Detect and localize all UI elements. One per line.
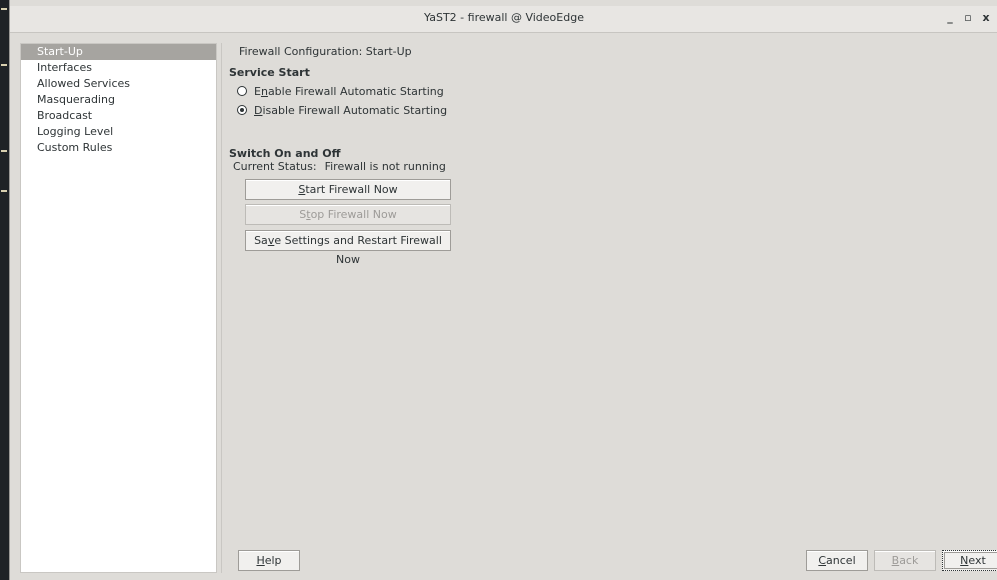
service-start-title: Service Start xyxy=(229,66,310,79)
title-bar: YaST2 - firewall @ VideoEdge _ ▫ x xyxy=(10,6,997,33)
sidebar-item-custom-rules[interactable]: Custom Rules xyxy=(21,140,216,156)
close-icon[interactable]: x xyxy=(979,11,993,24)
current-status: Current Status: Firewall is not running xyxy=(233,160,446,173)
maximize-icon[interactable]: ▫ xyxy=(961,11,975,24)
yast-window: YaST2 - firewall @ VideoEdge _ ▫ x Start… xyxy=(9,0,997,580)
stop-firewall-button[interactable]: Stop Firewall Now xyxy=(245,204,451,225)
enable-autostart-label: Enable Firewall Automatic Starting xyxy=(254,84,444,98)
sidebar-item-masquerading[interactable]: Masquerading xyxy=(21,92,216,108)
sidebar-item-allowed-services[interactable]: Allowed Services xyxy=(21,76,216,92)
switch-on-off-title: Switch On and Off xyxy=(229,147,341,160)
desktop-background-strip xyxy=(0,0,9,580)
help-button[interactable]: Help xyxy=(238,550,300,571)
sidebar-item-interfaces[interactable]: Interfaces xyxy=(21,60,216,76)
back-button[interactable]: Back xyxy=(874,550,936,571)
start-firewall-button[interactable]: Start Firewall Now xyxy=(245,179,451,200)
radio-checked-icon[interactable] xyxy=(237,105,247,115)
save-restart-firewall-button[interactable]: Save Settings and Restart Firewall Now xyxy=(245,230,451,266)
radio-unchecked-icon[interactable] xyxy=(237,86,247,96)
window-title: YaST2 - firewall @ VideoEdge xyxy=(424,11,584,24)
sidebar-item-logging-level[interactable]: Logging Level xyxy=(21,124,216,140)
status-value: Firewall is not running xyxy=(324,160,446,173)
enable-autostart-radio[interactable]: Enable Firewall Automatic Starting xyxy=(237,83,444,99)
sidebar-tree: Start-Up Interfaces Allowed Services Mas… xyxy=(20,43,217,573)
sidebar-item-broadcast[interactable]: Broadcast xyxy=(21,108,216,124)
status-label: Current Status: xyxy=(233,160,317,173)
page-title: Firewall Configuration: Start-Up xyxy=(239,45,412,58)
disable-autostart-radio[interactable]: Disable Firewall Automatic Starting xyxy=(237,102,447,118)
main-panel: Firewall Configuration: Start-Up Service… xyxy=(222,36,997,580)
disable-autostart-label: Disable Firewall Automatic Starting xyxy=(254,103,448,117)
cancel-button[interactable]: Cancel xyxy=(806,550,868,571)
next-button[interactable]: Next xyxy=(942,550,997,571)
sidebar-item-start-up[interactable]: Start-Up xyxy=(21,44,216,60)
minimize-icon[interactable]: _ xyxy=(943,11,957,24)
